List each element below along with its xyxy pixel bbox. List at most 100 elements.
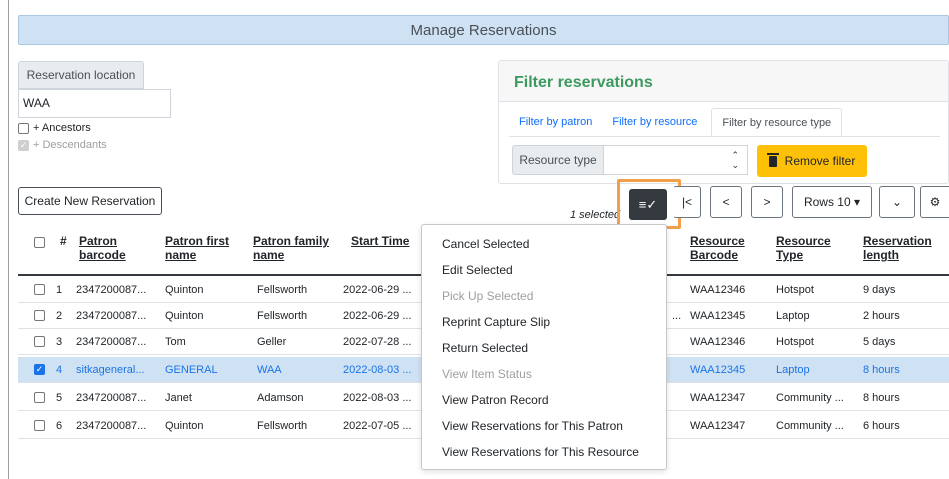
- prev-page-button[interactable]: <: [710, 186, 742, 218]
- column-header-resource-barcode[interactable]: Resource Barcode: [690, 234, 760, 262]
- column-header-start-time[interactable]: Start Time: [351, 234, 409, 248]
- create-reservation-button[interactable]: Create New Reservation: [18, 187, 162, 215]
- length-cell: 8 hours: [863, 392, 900, 404]
- ancestors-checkbox-row[interactable]: + Ancestors: [18, 122, 91, 134]
- filter-title: Filter reservations: [499, 61, 948, 102]
- column-header-resource-type[interactable]: Resource Type: [776, 234, 846, 262]
- family-name-cell: Fellsworth: [257, 420, 308, 432]
- patron-barcode-cell: 2347200087...: [76, 310, 147, 322]
- row-checkbox[interactable]: [34, 284, 45, 295]
- family-name-cell: Adamson: [257, 392, 304, 404]
- row-number: 6: [56, 420, 63, 432]
- menu-item-cancel-selected[interactable]: Cancel Selected: [422, 232, 666, 258]
- select-caret-icon: ⌃ ⌄: [731, 150, 739, 170]
- filter-tabs: Filter by patron Filter by resource Filt…: [509, 108, 843, 136]
- resource-barcode-cell: WAA12345: [690, 364, 746, 376]
- family-name-cell: Geller: [257, 336, 287, 348]
- row-number: 1: [56, 284, 63, 296]
- first-name-cell: GENERAL: [165, 364, 218, 376]
- start-time-cell: 2022-07-05 ...: [343, 420, 412, 432]
- resource-type-cell: Laptop: [776, 310, 810, 322]
- resource-barcode-cell: WAA12345: [690, 310, 746, 322]
- descendants-checkbox: ✓: [18, 139, 29, 151]
- row-number: 4: [56, 364, 63, 376]
- tabs-divider: [509, 136, 940, 137]
- menu-item-view-reservations-patron[interactable]: View Reservations for This Patron: [422, 414, 666, 440]
- expand-button[interactable]: ⌄: [879, 186, 915, 218]
- rows-per-page-dropdown[interactable]: Rows 10 ▾: [792, 186, 872, 218]
- row-checkbox[interactable]: [34, 420, 45, 431]
- start-time-cell: 2022-07-28 ...: [343, 336, 412, 348]
- column-header-patron-barcode[interactable]: Patron barcode: [79, 234, 149, 262]
- menu-item-view-reservations-resource[interactable]: View Reservations for This Resource: [422, 440, 666, 466]
- resource-type-cell: Laptop: [776, 364, 810, 376]
- descendants-checkbox-row: ✓ + Descendants: [18, 139, 107, 151]
- location-input[interactable]: WAA: [18, 89, 171, 118]
- resource-type-cell: Community ...: [776, 392, 844, 404]
- column-header-first-name[interactable]: Patron first name: [165, 234, 245, 262]
- resource-barcode-cell: WAA12347: [690, 392, 746, 404]
- trash-icon: [766, 152, 779, 167]
- column-header-family-name[interactable]: Patron family name: [253, 234, 343, 262]
- resource-type-cell: Hotspot: [776, 284, 814, 296]
- descendants-label: + Descendants: [33, 139, 107, 151]
- row-number: 3: [56, 336, 63, 348]
- select-all-checkbox[interactable]: [34, 237, 45, 248]
- length-cell: 9 days: [863, 284, 896, 296]
- first-name-cell: Quinton: [165, 420, 204, 432]
- tab-filter-by-patron[interactable]: Filter by patron: [509, 108, 602, 136]
- length-cell: 8 hours: [863, 364, 900, 376]
- patron-barcode-cell: 2347200087...: [76, 420, 147, 432]
- location-label: Reservation location: [18, 61, 144, 89]
- row-number: 2: [56, 310, 63, 322]
- resource-type-select[interactable]: ⌃ ⌄: [604, 145, 748, 175]
- row-checkbox[interactable]: ✓: [34, 364, 45, 375]
- family-name-cell: WAA: [257, 364, 282, 376]
- menu-item-reprint-capture-slip[interactable]: Reprint Capture Slip: [422, 310, 666, 336]
- filter-panel: Filter reservations Filter by patron Fil…: [498, 60, 949, 184]
- ancestors-checkbox[interactable]: [18, 122, 29, 134]
- resource-barcode-cell: WAA12347: [690, 420, 746, 432]
- resource-barcode-cell: WAA12346: [690, 284, 746, 296]
- menu-item-view-patron-record[interactable]: View Patron Record: [422, 388, 666, 414]
- start-time-cell: 2022-08-03 ...: [343, 364, 412, 376]
- column-header-reservation-length[interactable]: Reservation length: [863, 234, 949, 262]
- first-name-cell: Quinton: [165, 310, 204, 322]
- family-name-cell: Fellsworth: [257, 284, 308, 296]
- first-name-cell: Tom: [165, 336, 186, 348]
- resource-type-cell: Community ...: [776, 420, 844, 432]
- settings-icon[interactable]: ⚙: [920, 186, 949, 218]
- patron-barcode-cell: sitkageneral...: [76, 364, 145, 376]
- row-checkbox[interactable]: [34, 310, 45, 321]
- page-title: Manage Reservations: [18, 15, 949, 45]
- resource-type-label: Resource type: [512, 145, 604, 175]
- row-checkbox[interactable]: [34, 336, 45, 347]
- bulk-actions-menu: Cancel Selected Edit Selected Pick Up Se…: [421, 224, 667, 470]
- length-cell: 2 hours: [863, 310, 900, 322]
- menu-item-return-selected[interactable]: Return Selected: [422, 336, 666, 362]
- first-name-cell: Quinton: [165, 284, 204, 296]
- remove-filter-label: Remove filter: [784, 154, 856, 168]
- first-name-cell: Janet: [165, 392, 192, 404]
- extra-cell: ...: [672, 310, 682, 322]
- highlight-box: [617, 179, 681, 229]
- tab-filter-by-resource-type[interactable]: Filter by resource type: [711, 108, 843, 136]
- menu-item-view-item-status: View Item Status: [442, 367, 532, 381]
- remove-filter-button[interactable]: Remove filter: [757, 145, 867, 177]
- patron-barcode-cell: 2347200087...: [76, 392, 147, 404]
- selected-count: 1 selected: [570, 209, 621, 221]
- start-time-cell: 2022-08-03 ...: [343, 392, 412, 404]
- menu-item-pick-up-selected: Pick Up Selected: [442, 289, 534, 303]
- family-name-cell: Fellsworth: [257, 310, 308, 322]
- first-page-button[interactable]: |<: [673, 186, 701, 218]
- column-header-number: #: [60, 234, 67, 248]
- start-time-cell: 2022-06-29 ...: [343, 284, 412, 296]
- patron-barcode-cell: 2347200087...: [76, 284, 147, 296]
- tab-filter-by-resource[interactable]: Filter by resource: [602, 108, 707, 136]
- row-number: 5: [56, 392, 63, 404]
- menu-item-edit-selected[interactable]: Edit Selected: [422, 258, 666, 284]
- next-page-button[interactable]: >: [751, 186, 783, 218]
- resource-type-cell: Hotspot: [776, 336, 814, 348]
- row-checkbox[interactable]: [34, 392, 45, 403]
- patron-barcode-cell: 2347200087...: [76, 336, 147, 348]
